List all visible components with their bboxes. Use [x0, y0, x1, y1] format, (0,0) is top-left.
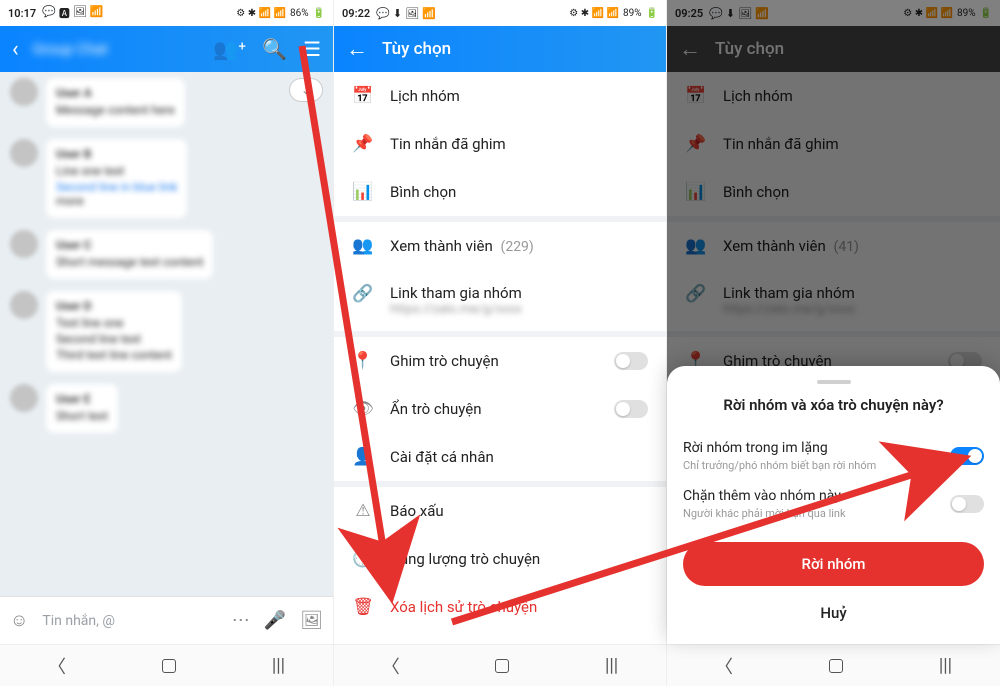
status-bar: 10:17 💬🅰🖼📶 ⚙ ✱ 📶 📶 86% 🔋 — [0, 0, 333, 26]
option-block-readd[interactable]: Chặn thêm vào nhóm này Người khác phải m… — [683, 480, 984, 528]
options-header: ← Tùy chọn — [667, 26, 1000, 72]
status-app-icons: 💬🅰🖼📶 — [42, 5, 103, 21]
status-time: 10:17 — [8, 7, 36, 20]
sheet-grip[interactable] — [817, 380, 851, 384]
message-bubble[interactable]: User CShort message text content — [46, 230, 213, 279]
trash-icon: 🗑 — [352, 597, 374, 617]
status-app-icons: 💬⬇🖼📶 — [376, 7, 436, 20]
leave-group-button[interactable]: Rời nhóm — [683, 542, 984, 586]
toggle-hide[interactable] — [614, 400, 648, 418]
option-members[interactable]: 👥Xem thành viên (229) — [334, 222, 666, 270]
nav-home-icon[interactable] — [829, 659, 843, 673]
back-icon[interactable]: ‹ — [12, 37, 19, 62]
option-leave-silent[interactable]: Rời nhóm trong im lặng Chỉ trưởng/phó nh… — [683, 432, 984, 480]
option-leave-group[interactable]: ⎋Rời nhóm — [334, 631, 666, 644]
option-storage[interactable]: 🕓Dung lượng trò chuyện — [334, 535, 666, 583]
nav-back-icon[interactable]: 〈 — [48, 653, 66, 679]
back-icon[interactable]: ← — [346, 36, 368, 62]
status-right: ⚙ ✱ 📶 📶 89% 🔋 — [903, 8, 992, 19]
option-pin-chat[interactable]: 📍Ghim trò chuyện — [334, 337, 666, 385]
option-clear-history[interactable]: 🗑Xóa lịch sử trò chuyện — [334, 583, 666, 631]
options-header: ← Tùy chọn — [334, 26, 666, 72]
status-bar: 09:22 💬⬇🖼📶 ⚙ ✱ 📶 📶 89% 🔋 — [334, 0, 666, 26]
nav-recent-icon[interactable]: ||| — [272, 655, 285, 676]
expand-button[interactable]: ⌄ — [289, 78, 323, 102]
leave-silent-label: Rời nhóm trong im lặng — [683, 440, 950, 456]
header-title: Tùy chọn — [715, 39, 784, 59]
nav-home-icon[interactable] — [495, 659, 509, 673]
status-app-icons: 💬⬇🖼📶 — [709, 7, 769, 20]
message-input[interactable]: Tin nhắn, @ — [42, 613, 217, 629]
android-navbar: 〈 ||| — [334, 644, 666, 686]
avatar[interactable] — [10, 384, 38, 412]
chat-input-bar: ☺ Tin nhắn, @ ⋯ 🎤 🖼 — [0, 596, 333, 644]
screen-options: 09:22 💬⬇🖼📶 ⚙ ✱ 📶 📶 89% 🔋 ← Tùy chọn 📅Lịc… — [333, 0, 667, 686]
emoji-icon[interactable]: ☺ — [10, 610, 28, 631]
status-time: 09:22 — [342, 7, 370, 20]
avatar[interactable] — [10, 78, 38, 106]
pin-icon: 📌 — [352, 134, 374, 154]
avatar[interactable] — [10, 230, 38, 258]
option-pinned[interactable]: 📌Tin nhắn đã ghim — [334, 120, 666, 168]
nav-back-icon[interactable]: 〈 — [715, 653, 733, 679]
toggle-leave-silent[interactable] — [950, 447, 984, 465]
search-icon[interactable]: 🔍 — [262, 37, 287, 61]
screen-chat: 10:17 💬🅰🖼📶 ⚙ ✱ 📶 📶 86% 🔋 ‹ Group Chat 👥⁺… — [0, 0, 333, 686]
message-bubble[interactable]: User BLine one textSecond line in blue l… — [46, 139, 187, 218]
chat-title: Group Chat — [33, 40, 108, 58]
header-title: Tùy chọn — [382, 39, 451, 59]
members-icon: 👥 — [352, 236, 374, 256]
option-hide-chat[interactable]: 👁Ẩn trò chuyện — [334, 385, 666, 433]
option-link[interactable]: 🔗Link tham gia nhómhttps://zalo.me/g/xxx… — [334, 270, 666, 331]
block-readd-label: Chặn thêm vào nhóm này — [683, 488, 950, 504]
hide-icon: 👁 — [352, 399, 374, 419]
poll-icon: 📊 — [352, 182, 374, 202]
avatar[interactable] — [10, 291, 38, 319]
leave-silent-sub: Chỉ trưởng/phó nhóm biết bạn rời nhóm — [683, 459, 950, 472]
more-icon[interactable]: ⋯ — [232, 610, 250, 631]
option-personal[interactable]: 👤Cài đặt cá nhân — [334, 433, 666, 481]
screen-leave-dialog: 09:25 💬⬇🖼📶 ⚙ ✱ 📶 📶 89% 🔋 ← Tùy chọn 📅Lịc… — [667, 0, 1000, 686]
calendar-icon: 📅 — [352, 86, 374, 106]
settings-icon: 👤 — [352, 447, 374, 467]
sheet-title: Rời nhóm và xóa trò chuyện này? — [683, 396, 984, 414]
option-report[interactable]: ⚠Báo xấu — [334, 487, 666, 535]
status-right: ⚙ ✱ 📶 📶 89% 🔋 — [569, 8, 658, 19]
warning-icon: ⚠ — [352, 501, 374, 521]
status-right: ⚙ ✱ 📶 📶 86% 🔋 — [236, 8, 325, 19]
link-icon: 🔗 — [352, 284, 374, 304]
options-list[interactable]: 📅Lịch nhóm 📌Tin nhắn đã ghim 📊Bình chọn … — [334, 72, 666, 644]
add-member-icon[interactable]: 👥⁺ — [213, 37, 246, 61]
status-time: 09:25 — [675, 7, 703, 20]
chat-header: ‹ Group Chat 👥⁺ 🔍 ☰ — [0, 26, 333, 72]
option-poll[interactable]: 📊Bình chọn — [334, 168, 666, 216]
nav-home-icon[interactable] — [162, 659, 176, 673]
image-icon[interactable]: 🖼 — [300, 610, 323, 631]
status-bar: 09:25 💬⬇🖼📶 ⚙ ✱ 📶 📶 89% 🔋 — [667, 0, 1000, 26]
toggle-pin[interactable] — [614, 352, 648, 370]
nav-back-icon[interactable]: 〈 — [382, 653, 400, 679]
leave-group-sheet: Rời nhóm và xóa trò chuyện này? Rời nhóm… — [667, 366, 1000, 644]
nav-recent-icon[interactable]: ||| — [605, 655, 618, 676]
message-bubble[interactable]: User DText line oneSecond line textThird… — [46, 291, 182, 372]
toggle-block-readd[interactable] — [950, 495, 984, 513]
option-calendar[interactable]: 📅Lịch nhóm — [334, 72, 666, 120]
block-readd-sub: Người khác phải mời bạn qua link — [683, 507, 950, 520]
message-bubble[interactable]: User EShort text — [46, 384, 118, 433]
menu-icon[interactable]: ☰ — [303, 37, 321, 61]
chat-body[interactable]: User AMessage content here ⌄ User BLine o… — [0, 72, 333, 596]
back-icon: ← — [679, 36, 701, 62]
nav-recent-icon[interactable]: ||| — [939, 655, 952, 676]
avatar[interactable] — [10, 139, 38, 167]
android-navbar: 〈 ||| — [0, 644, 333, 686]
voice-icon[interactable]: 🎤 — [264, 610, 286, 631]
android-navbar: 〈 ||| — [667, 644, 1000, 686]
pin-icon: 📍 — [352, 351, 374, 371]
message-bubble[interactable]: User AMessage content here — [46, 78, 185, 127]
storage-icon: 🕓 — [352, 549, 374, 569]
cancel-button[interactable]: Huỷ — [683, 594, 984, 632]
